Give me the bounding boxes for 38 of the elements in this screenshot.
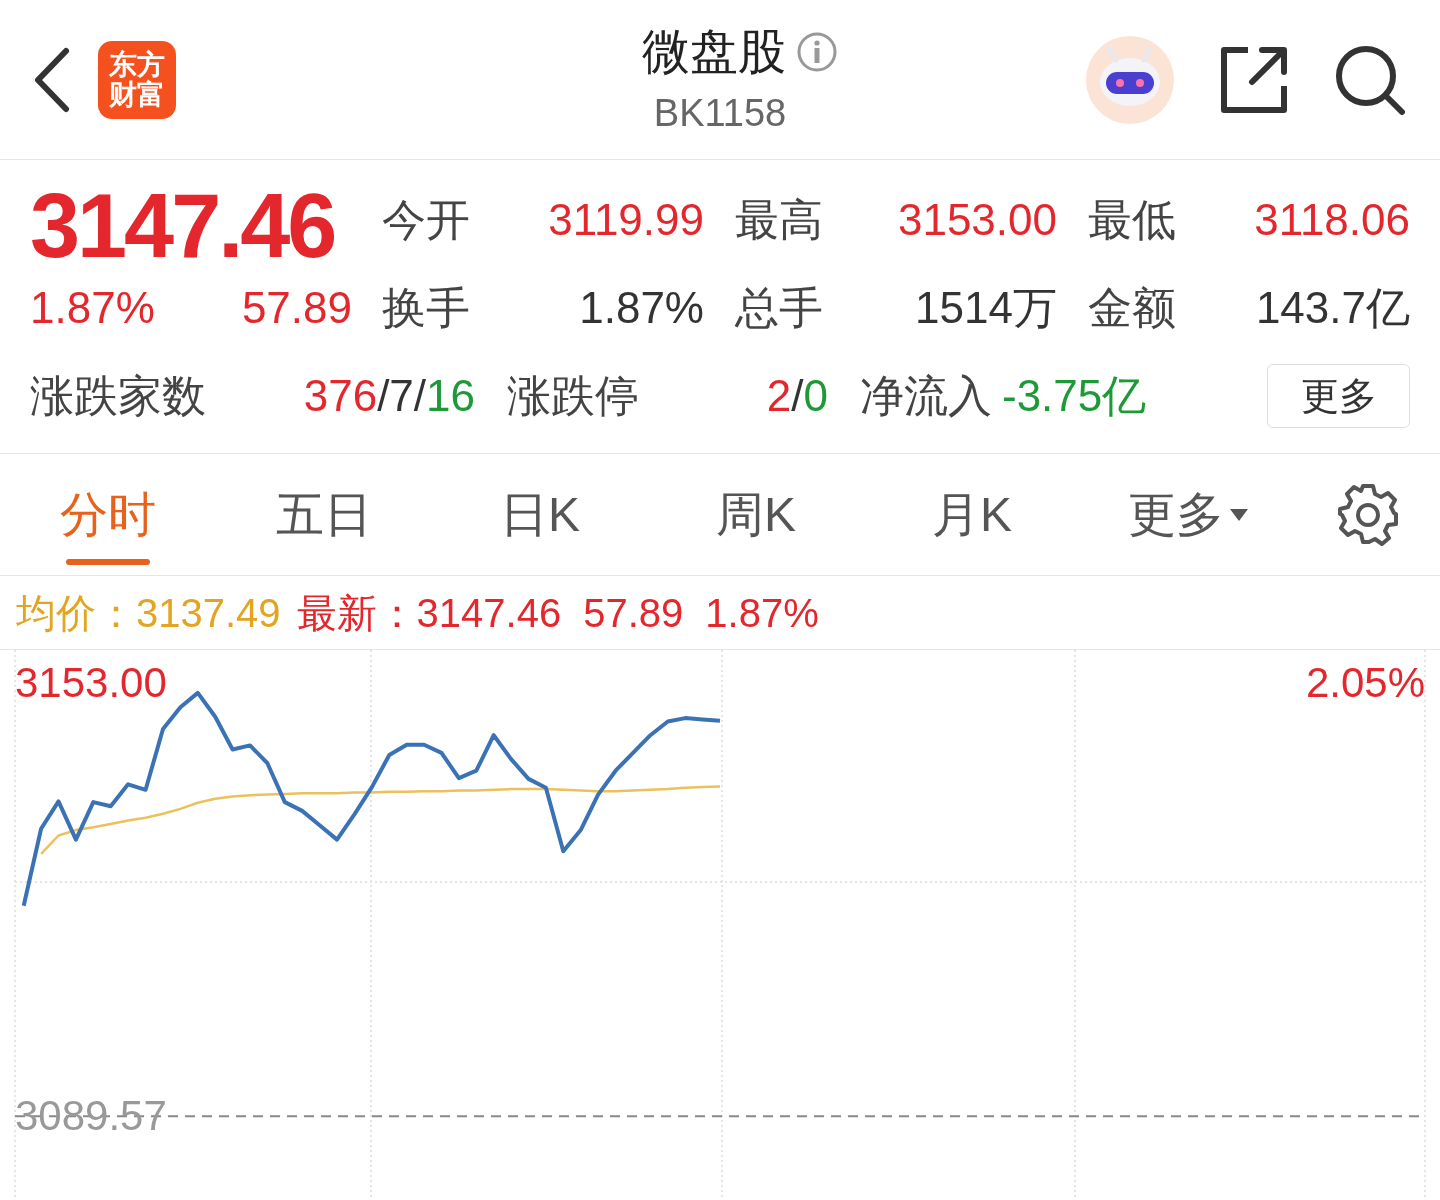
stat-value: 143.7亿 <box>1255 282 1410 334</box>
current-price: 3147.46 <box>30 176 336 264</box>
stat-value: 3153.00 <box>897 194 1057 246</box>
change-value: 57.89 <box>583 589 684 637</box>
chart-tab[interactable]: 更多 <box>1080 454 1296 575</box>
stat-value: 1514万 <box>915 282 1057 334</box>
stat-label: 最高 <box>735 194 823 246</box>
stat-label: 涨跌家数 <box>30 370 206 422</box>
change-percent: 1.87% <box>30 282 155 334</box>
stat-label: 涨跌停 <box>507 370 639 422</box>
stat-label: 净流入 <box>860 370 992 422</box>
stat-label: 换手 <box>382 282 470 334</box>
stat-label: 今开 <box>382 194 470 246</box>
axis-label: 2.05% <box>1305 659 1425 707</box>
more-button[interactable]: 更多 <box>1267 364 1410 428</box>
stat-value: 2/0 <box>766 370 828 422</box>
stat-label: 金额 <box>1088 282 1176 334</box>
stat-value: 3119.99 <box>548 194 704 246</box>
change-value: 57.89 <box>241 282 352 334</box>
page-title: 微盘股 <box>642 23 786 80</box>
stat-value: 1.87% <box>579 282 704 334</box>
logo-text: 财富 <box>109 79 165 110</box>
stat-value: 3118.06 <box>1254 194 1410 246</box>
chart-tab[interactable]: 月K <box>864 454 1080 575</box>
stat-label: 总手 <box>735 282 823 334</box>
axis-label: 3089.57 <box>15 1092 167 1141</box>
change-percent: 1.87% <box>705 589 819 637</box>
index-code: BK1158 <box>653 90 787 136</box>
latest-price: 最新：3147.46 <box>296 589 562 637</box>
axis-label: 3153.00 <box>15 659 167 708</box>
logo-text: 东方 <box>109 49 165 80</box>
stat-value: -3.75亿 <box>1002 370 1147 422</box>
average-price: 均价：3137.49 <box>16 589 281 637</box>
chart-tab[interactable]: 五日 <box>216 454 432 575</box>
stat-label: 最低 <box>1088 194 1176 246</box>
stat-value: 376/7/16 <box>303 370 475 422</box>
chart-tab[interactable]: 日K <box>432 454 648 575</box>
chart-tab[interactable]: 周K <box>648 454 864 575</box>
